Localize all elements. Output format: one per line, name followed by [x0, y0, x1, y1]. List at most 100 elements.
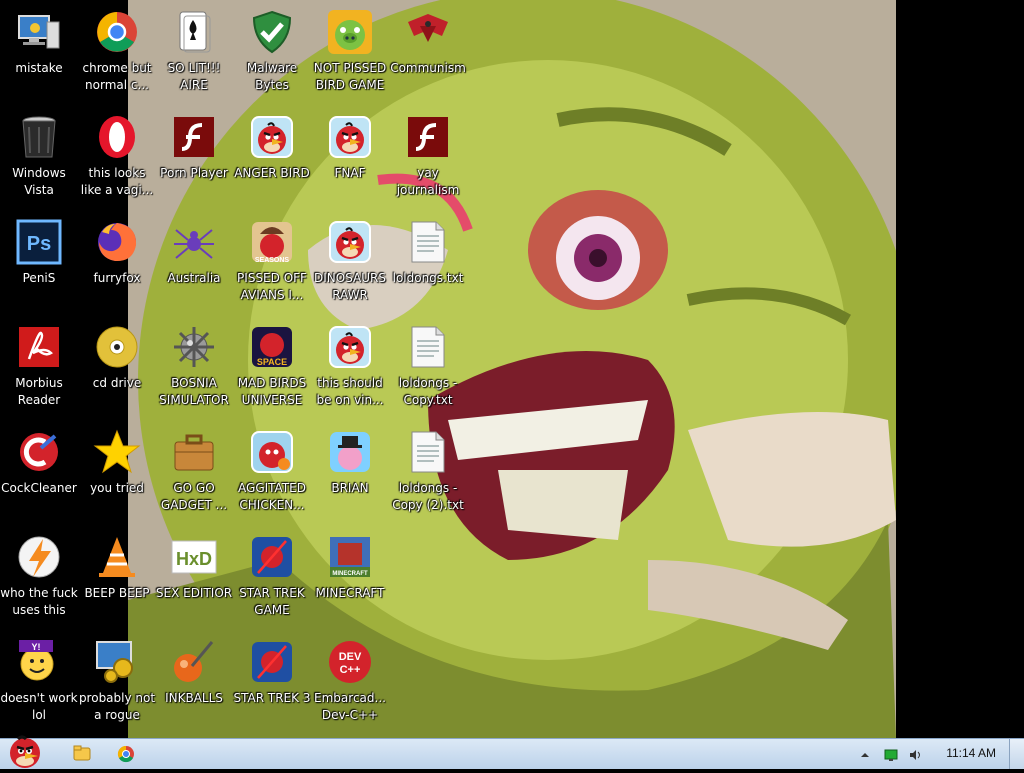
desktop-icon-label: mistake [15, 61, 63, 75]
desktop-icon[interactable]: Windows Vista [0, 105, 78, 209]
desktop-icon-label: CockCleaner [1, 481, 77, 495]
taskbar-explorer-button[interactable] [62, 742, 102, 766]
taskbar-chrome-button[interactable] [106, 742, 146, 766]
desktop-icon[interactable]: loldongs - Copy (2).txt [389, 420, 467, 524]
desktop-icon-label: this looks like a vagi... [80, 166, 154, 197]
svg-text:DEV: DEV [339, 651, 362, 663]
desktop-icon[interactable]: STAR TREK GAME [233, 525, 311, 629]
desktop-icon[interactable]: NOT PISSED BIRD GAME [311, 0, 389, 104]
desktop-icon[interactable]: loldongs.txt [389, 210, 467, 314]
yahoo-icon: Y! [15, 638, 63, 686]
show-hidden-icons-icon[interactable] [858, 747, 872, 761]
desktop-icon[interactable]: loldongs - Copy.txt [389, 315, 467, 419]
show-desktop-button[interactable] [1009, 739, 1024, 769]
desktop-icon-label: SO LIT!!! AIRE [167, 61, 221, 92]
star-icon [93, 428, 141, 476]
chrome-icon [93, 8, 141, 56]
desktop-icon-label: this should be on vin... [316, 376, 384, 407]
desktop-icon-label: Windows Vista [12, 166, 66, 197]
chrome-icon [117, 745, 134, 763]
acrobat-icon [15, 323, 63, 371]
desktop-icon[interactable]: SEASONS PISSED OFF AVIANS I... [233, 210, 311, 314]
seasons-icon: SEASONS [248, 218, 296, 266]
desktop-icon-label: Malware Bytes [246, 61, 298, 92]
desktop-icon-label: STAR TREK GAME [239, 586, 305, 617]
desktop-icon[interactable]: STAR TREK 3 [233, 630, 311, 734]
desktop-icon-label: Communism [390, 61, 466, 75]
minecraft-icon: MINECRAFT [326, 533, 374, 581]
desktop-icon[interactable]: BRIAN [311, 420, 389, 524]
desktop-icon[interactable]: ANGER BIRD [233, 105, 311, 209]
desktop-icon[interactable]: you tried [78, 420, 156, 524]
desktop-icon[interactable]: this looks like a vagi... [78, 105, 156, 209]
opera-icon [93, 113, 141, 161]
taskbar-clock[interactable]: 11:14 AM [946, 746, 996, 760]
communism-icon [404, 8, 452, 56]
red-bird-icon [326, 218, 374, 266]
desktop-icon[interactable]: Y! doesn't work lol [0, 630, 78, 734]
desktop-icon-label: FNAF [334, 166, 366, 180]
desktop-icon-label: PISSED OFF AVIANS I... [237, 271, 307, 302]
desktop-icon[interactable]: SPACE MAD BIRDS UNIVERSE [233, 315, 311, 419]
desktop-icon-label: STAR TREK 3 [233, 691, 311, 705]
desktop-icon[interactable]: DINOSAURS RAWR [311, 210, 389, 314]
desktop-icon[interactable]: Malware Bytes [233, 0, 311, 104]
desktop-icon-label: probably not a rogue [78, 691, 156, 722]
taskbar: 11:14 AM [0, 735, 1024, 769]
red-bird-icon [248, 113, 296, 161]
ccleaner-icon [15, 428, 63, 476]
desktop-icon[interactable]: cd drive [78, 315, 156, 419]
desktop-icon[interactable]: MINECRAFT MINECRAFT [311, 525, 389, 629]
computer-icon [15, 8, 63, 56]
desktop-icon[interactable]: chrome but normal c... [78, 0, 156, 104]
desktop-icon[interactable]: yay journalism [389, 105, 467, 209]
desktop-icon[interactable]: HxD SEX EDITIOR [155, 525, 233, 629]
desktop-icon-label: loldongs.txt [392, 271, 464, 285]
rio-bird-icon [248, 428, 296, 476]
desktop-icon[interactable]: SO LIT!!! AIRE [155, 0, 233, 104]
desktop-icon[interactable]: Porn Player [155, 105, 233, 209]
volume-icon[interactable] [908, 747, 922, 761]
desktop-icon-label: MAD BIRDS UNIVERSE [237, 376, 307, 407]
desktop-icon[interactable]: GO GO GADGET ... [155, 420, 233, 524]
desktop-icon-label: AGGITATED CHICKEN... [238, 481, 306, 512]
svg-text:HxD: HxD [176, 549, 212, 569]
desktop-icon-label: Morbius Reader [15, 376, 63, 407]
desktop-icon-label: furryfox [93, 271, 141, 285]
desktop-icon[interactable]: furryfox [78, 210, 156, 314]
desktop-icon[interactable]: BOSNIA SIMULATOR [155, 315, 233, 419]
vlc-icon [93, 533, 141, 581]
desktop-icon[interactable]: FNAF [311, 105, 389, 209]
desktop-icon-label: NOT PISSED BIRD GAME [313, 61, 387, 92]
desktop-icon-label: INKBALLS [165, 691, 223, 705]
desktop-icon[interactable]: Australia [155, 210, 233, 314]
desktop-icon[interactable]: AGGITATED CHICKEN... [233, 420, 311, 524]
desktop-icon-label: loldongs - Copy.txt [398, 376, 458, 407]
desktop-icon[interactable]: who the fuck uses this [0, 525, 78, 629]
desktop-icon-label: cd drive [92, 376, 142, 390]
desktop-icon-label: GO GO GADGET ... [160, 481, 228, 512]
desktop-icon-label: Australia [167, 271, 221, 285]
angry-bird-start-icon [10, 735, 40, 768]
desktop: mistake chrome but normal c... SO LIT!!! A… [0, 0, 1024, 738]
desktop-icon[interactable]: Morbius Reader [0, 315, 78, 419]
desktop-icon-label: loldongs - Copy (2).txt [392, 481, 464, 512]
photoshop-icon: Ps [15, 218, 63, 266]
desktop-icon[interactable]: mistake [0, 0, 78, 104]
desktop-icon[interactable]: probably not a rogue [78, 630, 156, 734]
desktop-icon-label: who the fuck uses this [0, 586, 78, 617]
network-icon[interactable] [884, 747, 898, 761]
desktop-icon[interactable]: DEV C++ Embarcad... Dev-C++ [311, 630, 389, 734]
desktop-icon[interactable]: this should be on vin... [311, 315, 389, 419]
svg-text:Ps: Ps [27, 233, 51, 255]
desktop-icon[interactable]: Ps PeniS [0, 210, 78, 314]
svg-text:Y!: Y! [32, 642, 41, 652]
desktop-icon[interactable]: CockCleaner [0, 420, 78, 524]
desktop-icon[interactable]: BEEP BEEP [78, 525, 156, 629]
desktop-icon[interactable]: INKBALLS [155, 630, 233, 734]
svg-text:C++: C++ [340, 664, 361, 676]
spider-icon [170, 218, 218, 266]
desktop-icon[interactable]: Communism [389, 0, 467, 104]
flash-icon [404, 113, 452, 161]
start-button[interactable] [0, 733, 50, 769]
